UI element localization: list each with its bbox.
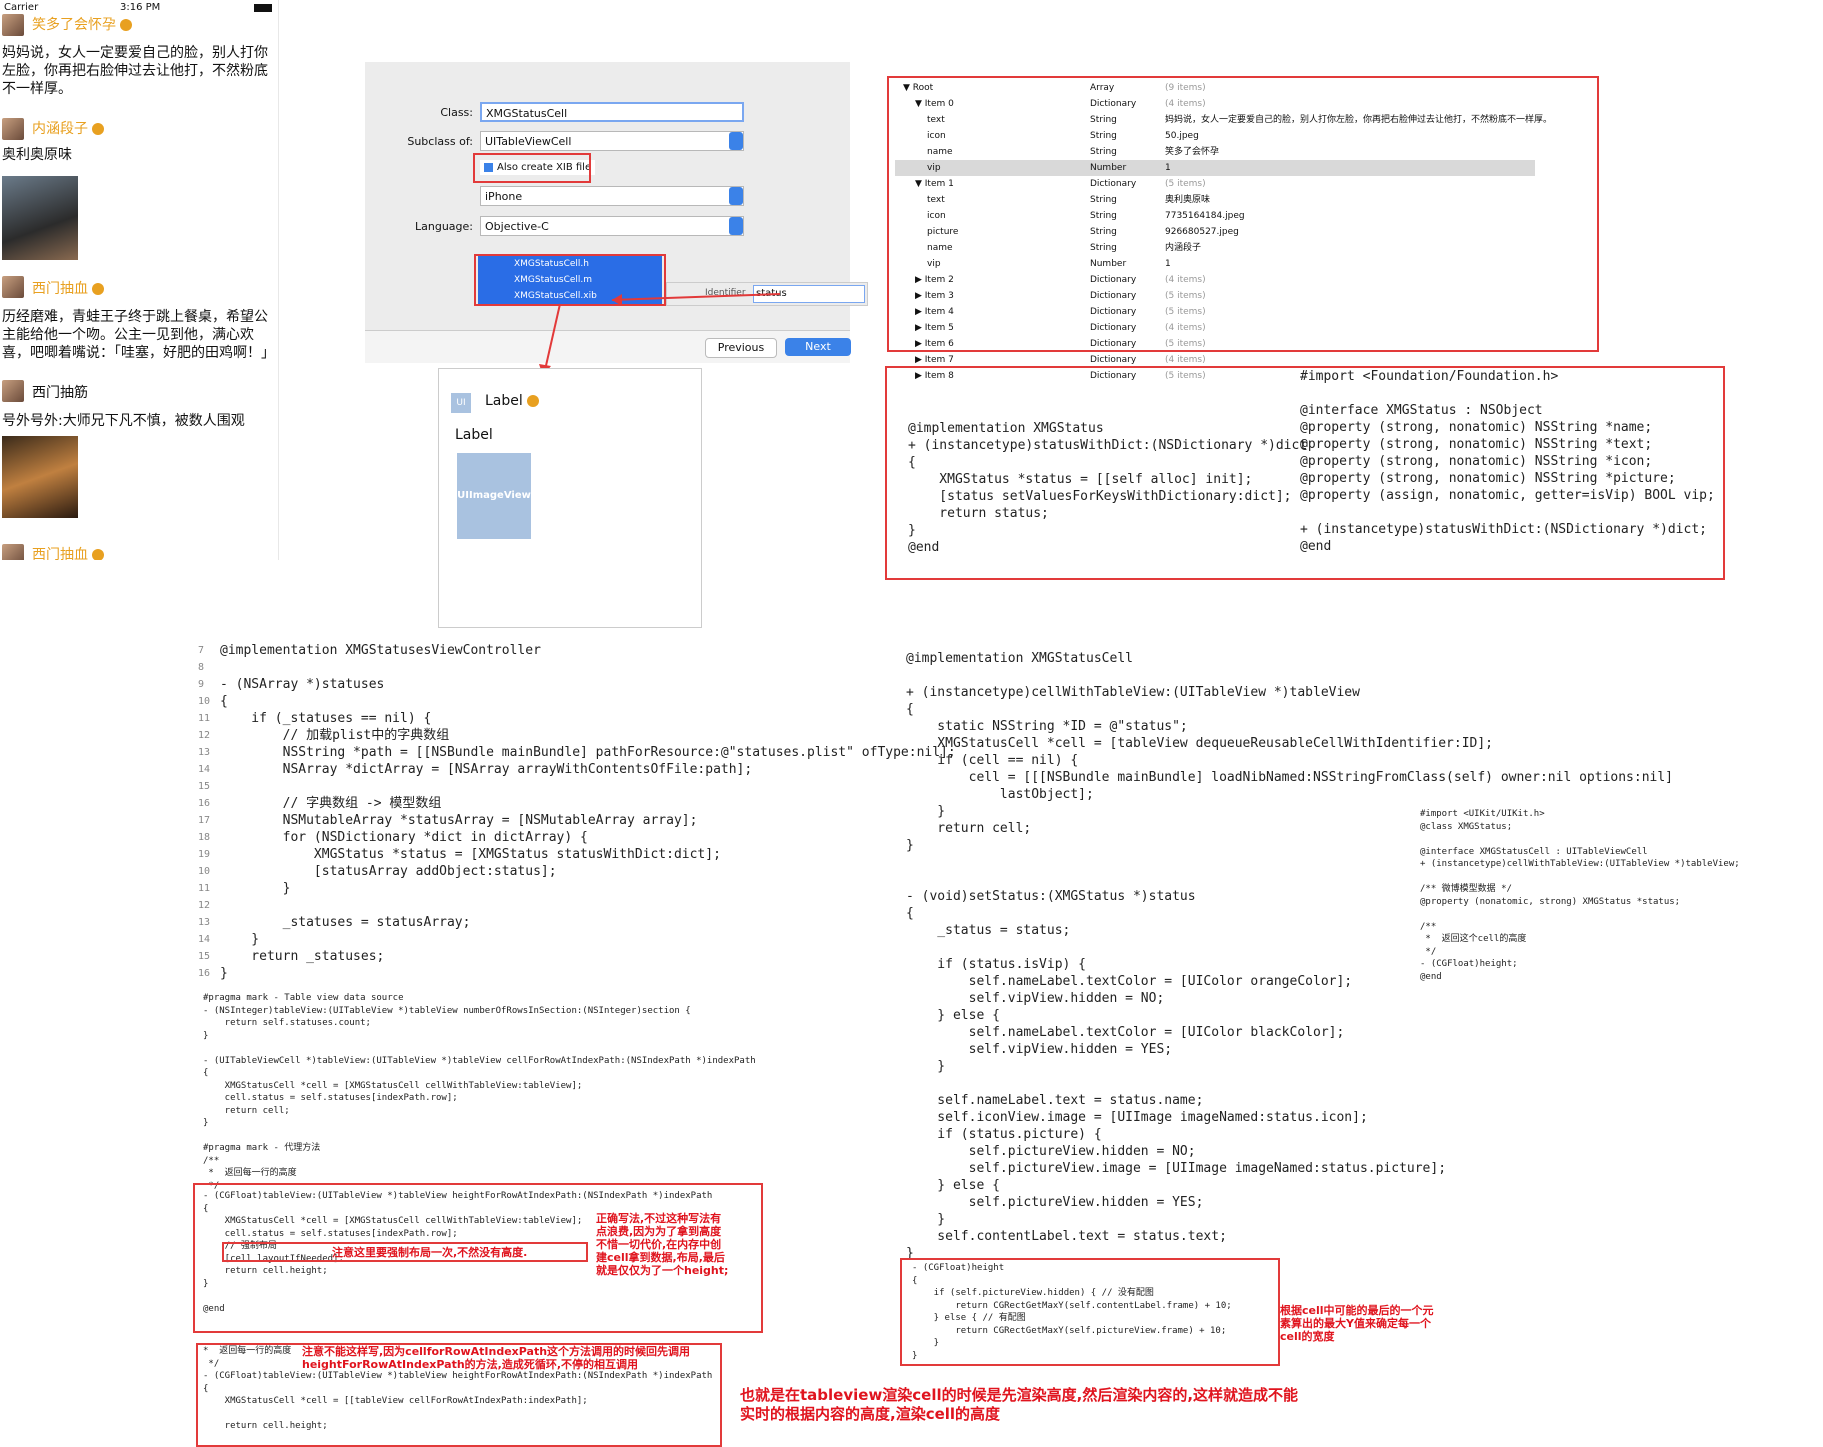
arrow-line [544, 303, 561, 371]
plist-type: String [1090, 115, 1117, 125]
plist-value: (4 items) [1165, 99, 1206, 109]
plist-row[interactable]: name String 笑多了会怀孕 [895, 144, 1535, 160]
plist-value: 7735164184.jpeg [1165, 211, 1245, 221]
plist-type: Array [1090, 83, 1115, 93]
plist-row[interactable]: name String 内涵段子 [895, 240, 1535, 256]
plist-row[interactable]: text String 奥利奥原味 [895, 192, 1535, 208]
height-method-note: 根据cell中可能的最后的一个元素算出的最大Y值来确定每一个cell的宽度 [1280, 1304, 1434, 1343]
summary-note: 也就是在tableview渲染cell的时候是先渲染高度,然后渲染内容的,这样就… [740, 1386, 1299, 1423]
plist-value: (4 items) [1165, 323, 1206, 333]
content-label[interactable]: Label [455, 427, 493, 443]
picture-image-view[interactable]: UIImageView [457, 453, 531, 539]
plist-value: 50.jpeg [1165, 131, 1199, 141]
plist-type: String [1090, 195, 1117, 205]
plist-row[interactable]: ▶ Item 2 Dictionary (4 items) [895, 272, 1535, 288]
plist-row[interactable]: ▶ Item 3 Dictionary (5 items) [895, 288, 1535, 304]
plist-key: ▶ Item 2 [915, 275, 954, 285]
plist-value: 1 [1165, 163, 1171, 173]
plist-type: String [1090, 131, 1117, 141]
plist-key: ▼ Item 0 [915, 99, 954, 109]
plist-value: 笑多了会怀孕 [1165, 147, 1220, 157]
plist-row[interactable]: ▶ Item 6 Dictionary (5 items) [895, 336, 1535, 352]
plist-value: 妈妈说，女人一定要爱自己的脸，别人打你左脸，你再把右脸伸过去让他打，不然粉底不一… [1165, 115, 1553, 125]
plist-type: Number [1090, 259, 1127, 269]
plist-type: Number [1090, 163, 1127, 173]
plist-key: ▶ Item 6 [915, 339, 954, 349]
plist-key: name [927, 147, 953, 157]
plist-row[interactable]: vip Number 1 [895, 256, 1535, 272]
plist-row[interactable]: ▼ Item 0 Dictionary (4 items) [895, 96, 1535, 112]
plist-value: 926680527.jpeg [1165, 227, 1239, 237]
plist-key: ▼ Root [903, 83, 934, 93]
plist-value: 内涵段子 [1165, 243, 1202, 253]
plist-type: Dictionary [1090, 275, 1137, 285]
plist-key: name [927, 243, 953, 253]
plist-value: (5 items) [1165, 179, 1206, 189]
plist-key: text [927, 195, 945, 205]
plist-type: Dictionary [1090, 179, 1137, 189]
status-cell-header-code: #import <UIKit/UIKit.h> @class XMGStatus… [1420, 809, 1740, 982]
height-method-code: - (CGFloat)height { if (self.pictureView… [912, 1263, 1232, 1361]
arrow-line [611, 293, 781, 301]
plist-key: vip [927, 259, 941, 269]
plist-type: Dictionary [1090, 323, 1137, 333]
plist-row[interactable]: vip Number 1 [895, 160, 1535, 176]
plist-row[interactable]: text String 妈妈说，女人一定要爱自己的脸，别人打你左脸，你再把右脸伸过去… [895, 112, 1552, 128]
plist-type: Dictionary [1090, 307, 1137, 317]
plist-type: String [1090, 227, 1117, 237]
plist-type: String [1090, 147, 1117, 157]
plist-value: 奥利奥原味 [1165, 195, 1211, 205]
plist-value: 1 [1165, 259, 1171, 269]
ui-badge: UI [451, 393, 471, 413]
arrow-head [612, 294, 622, 306]
table-datasource-code: #pragma mark - Table view data source - … [203, 993, 756, 1191]
view-controller-code: @implementation XMGStatusesViewControlle… [220, 643, 956, 981]
plist-value: (5 items) [1165, 291, 1206, 301]
plist-key: icon [927, 211, 946, 221]
wrong-approach-note: 注意不能这样写,因为cellforRowAtIndexPath这个方法调用的时候… [302, 1345, 712, 1371]
plist-row[interactable]: ▼ Root Array (9 items) [895, 80, 1535, 96]
plist-key: ▶ Item 4 [915, 307, 954, 317]
plist-value: (5 items) [1165, 339, 1206, 349]
name-label[interactable]: Label [485, 393, 539, 409]
plist-row[interactable]: ▶ Item 5 Dictionary (4 items) [895, 320, 1535, 336]
correct-approach-note: 正确写法,不过这种写法有点浪费,因为为了拿到高度不惜一切代价,在内存中创建cel… [596, 1212, 729, 1277]
plist-key: text [927, 115, 945, 125]
plist-key: picture [927, 227, 959, 237]
plist-value: (5 items) [1165, 307, 1206, 317]
plist-type: String [1090, 211, 1117, 221]
plist-row[interactable]: ▶ Item 4 Dictionary (5 items) [895, 304, 1535, 320]
status-implementation-code: @implementation XMGStatus + (instancetyp… [908, 421, 1308, 555]
plist-type: String [1090, 243, 1117, 253]
status-header-code: #import <Foundation/Foundation.h> @inter… [1300, 369, 1715, 554]
line-number-gutter: 7 8 9 10 11 12 13 14 15 16 17 18 19 10 1… [198, 645, 211, 979]
plist-row[interactable]: icon String 7735164184.jpeg [895, 208, 1535, 224]
plist-type: Dictionary [1090, 339, 1137, 349]
plist-value: (4 items) [1165, 275, 1206, 285]
plist-type: Dictionary [1090, 99, 1137, 109]
force-layout-note: 注意这里要强制布局一次,不然没有高度. [332, 1246, 528, 1259]
plist-key: icon [927, 131, 946, 141]
plist-row[interactable]: picture String 926680527.jpeg [895, 224, 1535, 240]
plist-value: (9 items) [1165, 83, 1206, 93]
plist-editor: ▼ Root Array (9 items) ▼ Item 0 Dictionary (4… [895, 80, 1552, 390]
plist-key: ▶ Item 3 [915, 291, 954, 301]
plist-key: ▶ Item 5 [915, 323, 954, 333]
plist-type: Dictionary [1090, 291, 1137, 301]
vip-icon [526, 395, 539, 407]
plist-row[interactable]: ▼ Item 1 Dictionary (5 items) [895, 176, 1535, 192]
plist-key: ▼ Item 1 [915, 179, 954, 189]
xib-cell-canvas: UI Label Label UIImageView [438, 368, 702, 628]
plist-key: vip [927, 163, 941, 173]
plist-row[interactable]: icon String 50.jpeg [895, 128, 1535, 144]
